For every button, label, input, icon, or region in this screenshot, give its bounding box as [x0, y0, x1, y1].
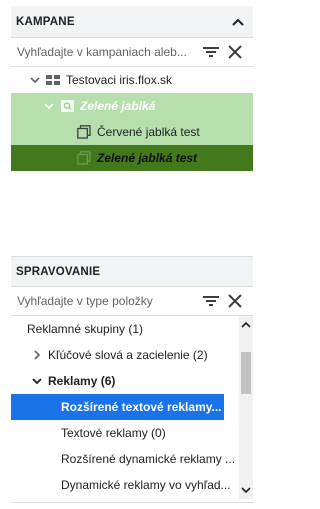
filter-icon[interactable] [201, 291, 221, 311]
chevron-down-icon[interactable] [29, 74, 41, 86]
tree-item-adgroup-label: Zelené jablká test [97, 151, 198, 165]
list-item-text-ads[interactable]: Textové reklamy (0) [11, 420, 253, 446]
campaigns-panel: KAMPANE Vyhľadajte v kampaniach aleb... … [11, 6, 253, 172]
manage-list: Reklamné skupiny (1) Kľúčové slová a zac… [11, 316, 253, 499]
clear-search-close-icon[interactable] [225, 42, 245, 62]
list-item-label: Dynamické reklamy vo vyhľad... [61, 478, 231, 492]
list-item-label: Rozšírené textové reklamy... [61, 400, 222, 414]
list-item-responsive-ads-selected[interactable]: Rozšírené textové reklamy... [11, 394, 224, 420]
ad-group-icon [77, 151, 91, 165]
tree-item-adgroup-selected[interactable]: Zelené jablká test [11, 145, 253, 171]
scroll-up-arrow-icon[interactable] [239, 318, 253, 332]
list-item-ad-groups[interactable]: Reklamné skupiny (1) [11, 316, 253, 342]
chevron-right-icon[interactable] [31, 349, 43, 361]
list-item-keywords[interactable]: Kľúčové slová a zacielenie (2) [11, 342, 253, 368]
chevron-down-icon[interactable] [43, 100, 55, 112]
manage-search-input[interactable]: Vyhľadajte v type položky [17, 294, 197, 308]
chevron-down-icon[interactable] [31, 375, 43, 387]
scroll-down-arrow-icon[interactable] [239, 483, 253, 497]
list-item-label: Textové reklamy (0) [61, 426, 166, 440]
list-item-label: Rozšírené dynamické reklamy ... [61, 452, 236, 466]
list-item-label: Reklamy (6) [48, 374, 116, 388]
tree-item-account[interactable]: Testovaci iris.flox.sk [11, 67, 253, 93]
campaigns-search-input[interactable]: Vyhľadajte v kampaniach aleb... [17, 45, 197, 59]
scrollbar-thumb[interactable] [241, 352, 251, 394]
tree-item-adgroup-label: Červené jablká test [97, 125, 200, 139]
list-item-search-network-ads[interactable]: Dynamické reklamy vo vyhľad... [11, 472, 253, 498]
campaigns-search[interactable]: Vyhľadajte v kampaniach aleb... [11, 38, 253, 67]
tree-item-account-label: Testovaci iris.flox.sk [66, 73, 173, 87]
list-item-ads[interactable]: Reklamy (6) [11, 368, 253, 394]
manage-panel-header: SPRAVOVANIE [11, 257, 253, 287]
vertical-scrollbar[interactable] [239, 316, 253, 499]
tree-item-adgroup[interactable]: Červené jablká test [11, 119, 253, 145]
account-grid-icon [46, 73, 60, 87]
clear-search-close-icon[interactable] [225, 291, 245, 311]
collapse-chevron-up-icon[interactable] [229, 13, 247, 31]
list-item-label: Kľúčové slová a zacielenie (2) [48, 348, 208, 362]
tree-item-campaign-label: Zelené jablká [80, 99, 156, 113]
campaigns-panel-header: KAMPANE [11, 6, 253, 38]
manage-panel: SPRAVOVANIE Vyhľadajte v type položky Re… [11, 256, 253, 503]
panel-divider [11, 502, 253, 503]
manage-panel-title: SPRAVOVANIE [16, 265, 101, 278]
tree-item-campaign[interactable]: Zelené jablká [11, 93, 253, 119]
search-campaign-icon [60, 99, 74, 113]
filter-icon[interactable] [201, 42, 221, 62]
list-item-label: Reklamné skupiny (1) [27, 322, 144, 336]
ad-group-icon [77, 125, 91, 139]
manage-search[interactable]: Vyhľadajte v type položky [11, 287, 253, 316]
campaigns-panel-title: KAMPANE [16, 15, 75, 28]
list-item-dynamic-ads[interactable]: Rozšírené dynamické reklamy ... [11, 446, 253, 472]
